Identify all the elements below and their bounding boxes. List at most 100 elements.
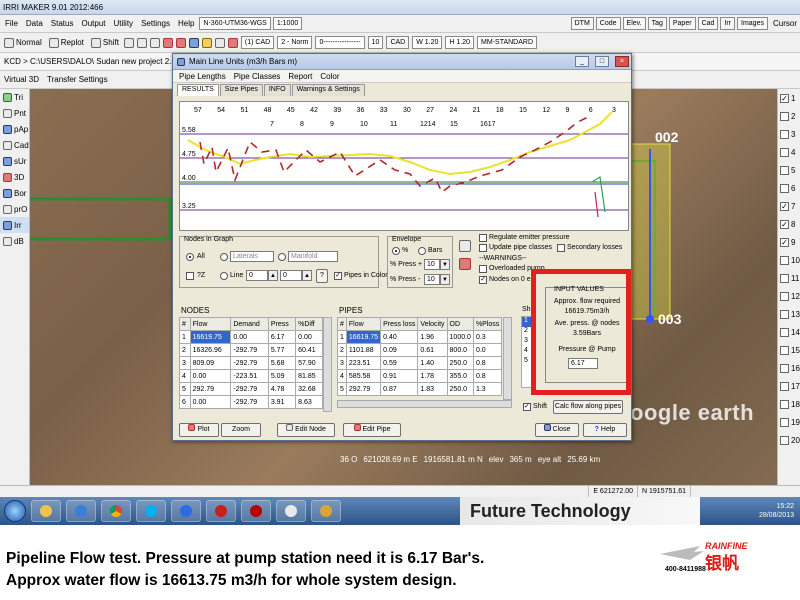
layer-checkbox[interactable]: [780, 291, 789, 301]
layer-10[interactable]: 10: [778, 251, 800, 269]
menu-output[interactable]: Output: [78, 19, 108, 28]
edit-pipe-button[interactable]: Edit Pipe: [343, 423, 401, 437]
nodes-cell[interactable]: 5.77: [267, 343, 297, 357]
system-clock[interactable]: 15:22 28/08/2013: [700, 497, 800, 525]
layer-19[interactable]: 19: [778, 413, 800, 431]
press-plus-input[interactable]: 10: [424, 259, 440, 270]
layer-8[interactable]: ✓ 8: [778, 215, 800, 233]
press-minus-dropdown[interactable]: ▼: [440, 274, 450, 285]
taskbar-explorer[interactable]: [31, 500, 61, 522]
taskbar-irrimaker[interactable]: [311, 500, 341, 522]
taskbar-chrome[interactable]: [101, 500, 131, 522]
layer-checkbox[interactable]: [780, 129, 789, 139]
pipes-cell[interactable]: 5: [337, 382, 347, 396]
pipes-cell[interactable]: 250.0: [446, 382, 474, 396]
pipes-cell[interactable]: 0.59: [380, 356, 419, 370]
nodes-cell[interactable]: 6: [179, 395, 191, 409]
pipes-cell[interactable]: 4: [337, 369, 347, 383]
nodes-cell[interactable]: 60.41: [295, 343, 323, 357]
replot-button[interactable]: Replot: [47, 37, 86, 48]
menu-pipe-lengths[interactable]: Pipe Lengths: [179, 72, 226, 81]
nodes-table-row[interactable]: 2 16326.96 -292.79 5.77 60.41: [179, 343, 323, 357]
nodes-cell[interactable]: 4.78: [267, 382, 297, 396]
taskbar-skype[interactable]: [136, 500, 166, 522]
line-from-input[interactable]: 0: [246, 270, 268, 281]
dtm-button[interactable]: DTM: [570, 17, 594, 30]
layer-checkbox[interactable]: [780, 417, 789, 427]
edit-node-button[interactable]: Edit Node: [277, 423, 335, 437]
layer-checkbox[interactable]: [780, 345, 789, 355]
pipes-cell[interactable]: 0.0: [472, 343, 503, 357]
nodes-table-row[interactable]: 1 16619.75 0.00 6.17 0.00: [179, 330, 323, 344]
nodes-cell[interactable]: 5.68: [267, 356, 297, 370]
nodes-cell[interactable]: 0.00: [230, 330, 269, 344]
layer-checkbox[interactable]: ✓: [780, 93, 789, 103]
layer-2[interactable]: 2: [778, 107, 800, 125]
close-button[interactable]: Close: [535, 423, 579, 437]
pipes-cell[interactable]: 0.61: [417, 343, 448, 357]
nodes-table[interactable]: # Flow Demand Press %Diff 1 16619.75 0.00 6.17 0…: [179, 317, 323, 409]
layer-checkbox[interactable]: ✓: [780, 219, 789, 229]
all-radio[interactable]: [186, 253, 194, 261]
help-button[interactable]: ? Help: [583, 423, 627, 437]
nodes-cell[interactable]: 4: [179, 369, 191, 383]
nodes-cell[interactable]: 292.79: [189, 382, 232, 396]
layer-checkbox[interactable]: [780, 435, 789, 445]
nodes-cell[interactable]: 32.68: [295, 382, 323, 396]
nodes-cell[interactable]: 8.63: [295, 395, 323, 409]
shift-checkbox[interactable]: ✓: [523, 403, 531, 411]
pipes-cell[interactable]: 1101.88: [345, 343, 382, 357]
tool-cad[interactable]: Cad: [0, 137, 29, 153]
nodes-cell[interactable]: 809.09: [189, 356, 232, 370]
taskbar-media[interactable]: [66, 500, 96, 522]
pipes-table-row[interactable]: 1 16619.75 0.40 1.96 1000.0 0.3: [337, 330, 503, 344]
calc-flow-button[interactable]: Calc flow along pipes: [553, 400, 623, 414]
layer-18[interactable]: 18: [778, 395, 800, 413]
layer-3[interactable]: 3: [778, 125, 800, 143]
nodes-cell[interactable]: 3.91: [267, 395, 297, 409]
nodes-column-header[interactable]: Flow: [189, 317, 232, 331]
tool-tri[interactable]: Tri: [0, 89, 29, 105]
pipes-cell[interactable]: 0.91: [380, 369, 419, 383]
code-button[interactable]: Code: [595, 17, 621, 30]
pipes-cell[interactable]: 0.8: [472, 369, 503, 383]
nodes-cell[interactable]: 0.00: [189, 369, 232, 383]
snap-icon[interactable]: [188, 37, 199, 48]
pipes-cell[interactable]: 0.8: [472, 356, 503, 370]
pipes-cell[interactable]: 223.51: [345, 356, 382, 370]
menu-utility[interactable]: Utility: [111, 19, 137, 28]
layer-4[interactable]: 4: [778, 143, 800, 161]
nodes-cell[interactable]: 3: [179, 356, 191, 370]
pipes-cell[interactable]: 1.96: [417, 330, 448, 344]
pipes-table[interactable]: # Flow Press loss Velocity OD %Ploss 1 16619.7…: [337, 317, 503, 396]
nodes-cell[interactable]: 6.17: [267, 330, 297, 344]
scale-select[interactable]: 1:1000: [272, 17, 303, 30]
pipes-table-row[interactable]: 5 292.79 0.87 1.83 250.0 1.3: [337, 382, 503, 396]
pipes-table-row[interactable]: 3 223.51 0.59 1.40 250.0 0.8: [337, 356, 503, 370]
print-icon[interactable]: [459, 240, 471, 252]
nodes-cell[interactable]: 57.90: [295, 356, 323, 370]
tool-sur[interactable]: sUr: [0, 153, 29, 169]
pipes-cell[interactable]: 292.79: [345, 382, 382, 396]
menu-settings[interactable]: Settings: [138, 19, 173, 28]
nodes-cell[interactable]: -292.79: [230, 395, 269, 409]
pipes-cell[interactable]: 1000.0: [446, 330, 474, 344]
nodes-cell[interactable]: -292.79: [230, 343, 269, 357]
secondary-checkbox[interactable]: [557, 244, 565, 252]
pipes-cell[interactable]: 585.58: [345, 369, 382, 383]
width-input[interactable]: W 1.20: [412, 36, 443, 49]
zoom-window-icon[interactable]: [149, 37, 160, 48]
taskbar-reader[interactable]: [241, 500, 271, 522]
pipes-column-header[interactable]: %Ploss: [472, 317, 503, 331]
overloaded-checkbox[interactable]: [479, 265, 487, 273]
layer-checkbox[interactable]: [780, 381, 789, 391]
press-plus-dropdown[interactable]: ▼: [440, 259, 450, 270]
nodes-table-row[interactable]: 4 0.00 -223.51 5.09 81.85: [179, 369, 323, 383]
line-radio[interactable]: [220, 272, 228, 280]
percent-radio[interactable]: [392, 247, 400, 255]
layer-5[interactable]: 5: [778, 161, 800, 179]
pipes-column-header[interactable]: Velocity: [417, 317, 448, 331]
layer-checkbox[interactable]: [780, 111, 789, 121]
pipes-cell[interactable]: 0.87: [380, 382, 419, 396]
pipes-column-header[interactable]: Press loss: [380, 317, 419, 331]
